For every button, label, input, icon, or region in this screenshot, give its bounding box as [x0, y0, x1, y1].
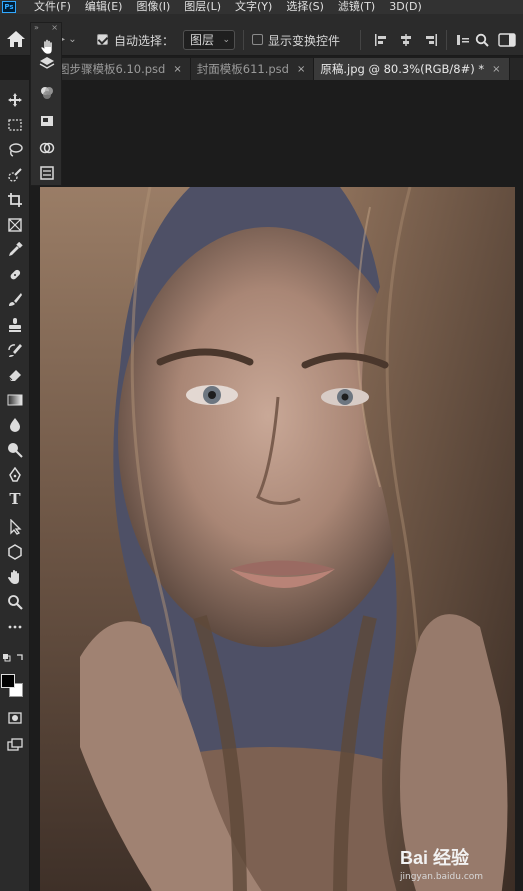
baidu-jingyan-watermark: Bai 经验 jingyan.baidu.com — [400, 844, 516, 882]
tab-label: 图步骤模板6.10.psd — [58, 62, 166, 76]
eraser-icon[interactable] — [4, 365, 26, 385]
gradient-icon[interactable] — [4, 390, 26, 410]
auto-select-target-value: 图层 — [190, 33, 215, 47]
align-center-icon[interactable] — [399, 33, 413, 47]
tab-document-2[interactable]: 封面模板611.psd × — [190, 58, 315, 80]
options-bar: ▸ ⌄ 自动选择： 图层 ⌄ 显示变换控件 — [0, 14, 523, 56]
workspace-icon[interactable] — [498, 33, 516, 47]
brush-icon[interactable] — [4, 290, 26, 310]
tab-document-active[interactable]: 原稿.jpg @ 80.3%(RGB/8#) * × — [314, 58, 510, 80]
dodge-icon[interactable] — [4, 440, 26, 460]
quick-select-icon[interactable] — [4, 165, 26, 185]
options-divider — [243, 30, 244, 50]
close-icon[interactable]: × — [51, 23, 58, 33]
crop-icon[interactable] — [4, 190, 26, 210]
chevron-down-icon: ⌄ — [222, 35, 230, 45]
align-left-icon[interactable] — [374, 33, 388, 47]
marquee-icon[interactable] — [4, 115, 26, 135]
home-icon[interactable] — [6, 30, 26, 48]
menu-type[interactable]: 文字(Y) — [235, 0, 272, 14]
menu-bar: Ps 文件(F) 编辑(E) 图像(I) 图层(L) 文字(Y) 选择(S) 滤… — [0, 0, 523, 14]
show-transform-checkbox[interactable] — [252, 34, 263, 45]
stamp-icon[interactable] — [4, 315, 26, 335]
auto-select-target-dropdown[interactable]: 图层 ⌄ — [183, 30, 235, 50]
3d-panel-icon[interactable] — [37, 111, 57, 131]
healing-brush-icon[interactable] — [4, 265, 26, 285]
pen-icon[interactable] — [4, 465, 26, 485]
close-icon[interactable]: × — [492, 64, 500, 75]
frame-icon[interactable] — [4, 215, 26, 235]
shape-icon[interactable] — [4, 542, 26, 562]
layers-icon[interactable] — [37, 53, 57, 73]
properties-icon[interactable] — [37, 163, 57, 183]
portrait-photo — [40, 187, 515, 891]
close-icon[interactable]: × — [173, 64, 181, 75]
document-tab-bar: 图步骤模板6.10.psd × 封面模板611.psd × 原稿.jpg @ 8… — [30, 58, 523, 80]
screen-mode-icon[interactable] — [4, 735, 26, 755]
menu-3d[interactable]: 3D(D) — [389, 0, 422, 14]
lasso-icon[interactable] — [4, 140, 26, 160]
blur-icon[interactable] — [4, 415, 26, 435]
watermark-brand: Bai 经验 — [400, 848, 470, 868]
more-tools-icon[interactable] — [4, 617, 26, 637]
align-right-icon[interactable] — [424, 33, 438, 47]
paths-icon[interactable] — [37, 138, 57, 158]
eyedropper-icon[interactable] — [4, 240, 26, 260]
foreground-color-swatch[interactable] — [1, 674, 15, 688]
history-brush-icon[interactable] — [4, 340, 26, 360]
tool-preset-chevron-down-icon[interactable]: ▸ ⌄ — [60, 34, 77, 45]
menu-filter[interactable]: 滤镜(T) — [338, 0, 375, 14]
menu-layer[interactable]: 图层(L) — [184, 0, 221, 14]
canvas-area[interactable] — [31, 80, 523, 891]
menu-file[interactable]: 文件(F) — [34, 0, 71, 14]
type-tool-icon[interactable]: T — [4, 490, 26, 508]
photoshop-logo: Ps — [2, 1, 16, 13]
tools-panel: T — [0, 80, 30, 891]
move-icon[interactable] — [4, 90, 26, 110]
collapsed-panel-strip: » × — [30, 22, 62, 186]
tab-label: 原稿.jpg @ 80.3%(RGB/8#) * — [320, 62, 485, 76]
tab-label: 封面模板611.psd — [196, 62, 289, 76]
expand-panels-icon[interactable]: » — [34, 23, 39, 33]
panel-strip-header: » × — [31, 23, 61, 33]
options-divider — [446, 30, 447, 50]
default-swap-colors[interactable] — [2, 652, 26, 664]
show-transform-label: 显示变换控件 — [268, 34, 341, 48]
distribute-icon[interactable] — [456, 33, 470, 47]
auto-select-label: 自动选择： — [114, 34, 175, 48]
zoom-icon[interactable] — [4, 592, 26, 612]
hand-icon[interactable] — [4, 567, 26, 587]
menu-image[interactable]: 图像(I) — [136, 0, 170, 14]
document-canvas-image[interactable] — [40, 187, 515, 891]
auto-select-checkbox[interactable] — [97, 34, 108, 45]
close-icon[interactable]: × — [297, 64, 305, 75]
channels-icon[interactable] — [37, 83, 57, 103]
menu-edit[interactable]: 编辑(E) — [85, 0, 123, 14]
quick-mask-icon[interactable] — [4, 708, 26, 728]
menu-select[interactable]: 选择(S) — [286, 0, 324, 14]
watermark-url: jingyan.baidu.com — [400, 872, 484, 882]
path-select-icon[interactable] — [4, 517, 26, 537]
options-divider — [360, 30, 361, 50]
search-icon[interactable] — [475, 33, 489, 47]
